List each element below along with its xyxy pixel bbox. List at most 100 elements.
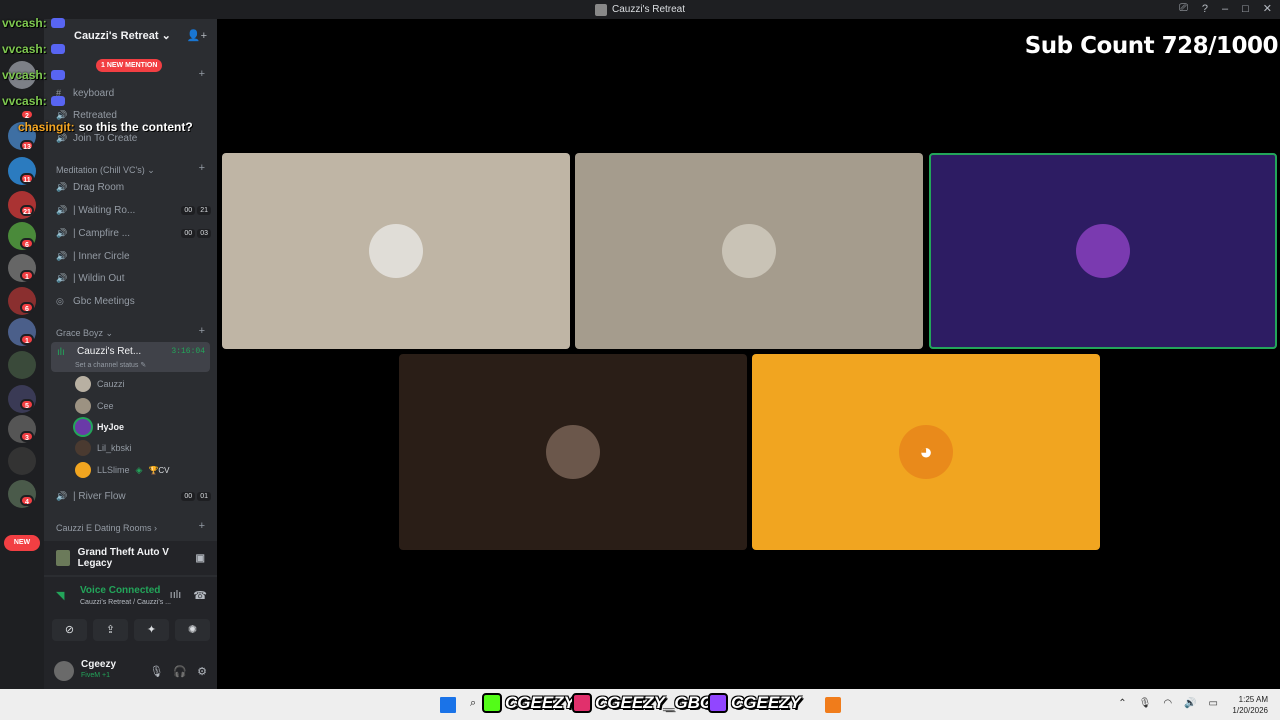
channel-inner-circle[interactable]: 🔊 | Inner Circle <box>56 251 211 262</box>
channel-campfire[interactable]: 🔊 | Campfire ... 00 03 <box>56 228 211 239</box>
channel-status[interactable]: Set a channel status ✎ <box>75 361 146 369</box>
volume-icon[interactable]: 🔊 <box>1184 698 1196 709</box>
camera-off-button[interactable]: ⊘ <box>52 619 87 641</box>
discord-logo-icon: ◕ <box>899 425 953 479</box>
category-dating-rooms[interactable]: Cauzzi E Dating Rooms › <box>56 523 157 533</box>
user-avatar[interactable] <box>54 661 74 681</box>
screen-share-icon[interactable]: ▣ <box>196 553 205 564</box>
participant-avatar <box>1076 224 1130 278</box>
chat-line: vvcash: <box>2 68 65 82</box>
new-servers-pill[interactable]: NEW <box>4 535 40 551</box>
invite-icon[interactable]: 👤+ <box>187 29 207 42</box>
stage-icon: ◎ <box>56 296 64 306</box>
category-meditation[interactable]: Meditation (Chill VC's) ⌄ <box>56 165 155 176</box>
inbox-icon[interactable]: ⎚ <box>1179 2 1188 15</box>
participant-tile-speaking[interactable] <box>929 153 1277 349</box>
sub-count-overlay: Sub Count 728/1000 <box>1024 33 1279 59</box>
category-grace-boyz[interactable]: Grace Boyz ⌄ <box>56 328 113 339</box>
add-channel-icon[interactable]: + <box>199 68 205 80</box>
active-voice-channel[interactable]: ılı Cauzzi's Ret... 3:16:04 Set a channe… <box>51 342 210 372</box>
activities-button[interactable]: ✦ <box>134 619 169 641</box>
participant-avatar <box>722 224 776 278</box>
help-icon[interactable]: ? <box>1202 3 1208 15</box>
disconnect-icon[interactable]: ☎ <box>193 589 207 602</box>
clock-date: 1/20/2026 <box>1232 706 1268 715</box>
participant-tile[interactable] <box>575 153 923 349</box>
badge-icon <box>50 70 65 80</box>
voice-member[interactable]: Cauzzi <box>75 376 125 392</box>
speaker-icon: 🔊 <box>56 133 68 143</box>
unread-badge: 11 <box>20 173 34 184</box>
clock[interactable]: 1:25 AM 1/20/2026 <box>1232 694 1268 716</box>
unread-badge: 4 <box>20 495 34 506</box>
channel-wildin-out[interactable]: 🔊 | Wildin Out <box>56 273 211 284</box>
instagram-icon <box>572 693 592 713</box>
chat-message: so this the content? <box>78 120 193 134</box>
server-icon-12[interactable] <box>8 447 36 475</box>
brand-instagram: CGEEZY_GBC <box>572 693 712 713</box>
add-channel-icon[interactable]: + <box>199 520 205 532</box>
microphone-icon[interactable]: 🎙 <box>1139 698 1152 709</box>
server-name-dropdown[interactable]: Cauzzi's Retreat ⌄ <box>74 29 171 42</box>
user-name[interactable]: Cgeezy <box>81 659 116 670</box>
nitro-icon: ◈ <box>135 464 143 475</box>
speaker-icon: 🔊 <box>56 491 68 501</box>
maximize-button[interactable]: □ <box>1242 3 1249 15</box>
voice-member[interactable]: LLSlime ◈ 🏆CV <box>75 462 170 478</box>
user-limit: 21 <box>197 206 211 215</box>
voice-status[interactable]: Voice Connected <box>80 585 160 596</box>
user-count: 00 <box>181 492 196 501</box>
signal-icon: ◥ <box>56 590 65 602</box>
game-activity-panel: Grand Theft Auto V Legacy ▣ <box>44 541 217 575</box>
minimize-button[interactable]: – <box>1222 3 1228 15</box>
channel-join-to-create[interactable]: 🔊 Join To Create <box>56 133 211 144</box>
voice-location[interactable]: Cauzzi's Retreat / Cauzzi's ... <box>80 599 171 606</box>
channel-gbc-meetings[interactable]: ◎ Gbc Meetings <box>56 296 211 307</box>
new-mention-pill[interactable]: 1 NEW MENTION <box>96 59 163 72</box>
voice-stage: Sub Count 728/1000 ◕ <box>217 19 1280 689</box>
share-screen-button[interactable]: ⇪ <box>93 619 128 641</box>
window-title-text: Cauzzi's Retreat <box>611 4 686 15</box>
unread-badge: 5 <box>20 399 34 410</box>
clock-time: 1:25 AM <box>1238 695 1268 704</box>
active-channel-name: Cauzzi's Ret... <box>77 346 142 357</box>
app-icon[interactable] <box>825 697 841 713</box>
headphones-icon[interactable]: 🎧 <box>173 665 187 678</box>
channel-waiting-room[interactable]: 🔊 | Waiting Ro... 00 21 <box>56 205 211 216</box>
badge-icon <box>50 44 65 54</box>
windows-start-icon[interactable] <box>440 697 456 713</box>
system-tray: ⌃ 🎙 ◠ 🔊 ▭ <box>1118 698 1218 709</box>
game-icon <box>56 550 70 566</box>
channel-river-flow[interactable]: 🔊 | River Flow 00 01 <box>56 491 211 502</box>
window-title: Cauzzi's Retreat <box>594 3 686 16</box>
add-channel-icon[interactable]: + <box>199 162 205 174</box>
add-channel-icon[interactable]: + <box>199 325 205 337</box>
server-icon <box>594 3 607 16</box>
battery-icon[interactable]: ▭ <box>1209 698 1218 709</box>
call-duration: 3:16:04 <box>171 347 205 356</box>
microphone-icon[interactable]: 🎙 <box>149 665 163 678</box>
participant-tile[interactable]: ◕ <box>752 354 1100 550</box>
unread-badge: 13 <box>20 140 34 151</box>
member-tag: 🏆CV <box>148 465 170 475</box>
soundboard-button[interactable]: ✺ <box>175 619 210 641</box>
user-limit: 03 <box>197 229 211 238</box>
gear-icon[interactable]: ⚙ <box>197 665 207 678</box>
speaker-icon: 🔊 <box>56 273 68 283</box>
chevron-up-icon[interactable]: ⌃ <box>1118 698 1126 709</box>
voice-member[interactable]: Cee <box>75 398 114 414</box>
close-button[interactable]: ✕ <box>1263 2 1272 15</box>
participant-tile[interactable] <box>222 153 570 349</box>
participant-tile[interactable] <box>399 354 747 550</box>
channel-drag-room[interactable]: 🔊 Drag Room <box>56 182 211 193</box>
voice-member[interactable]: HyJoe <box>75 419 124 435</box>
noise-suppression-icon[interactable]: ıılı <box>170 589 182 602</box>
taskbar: ⌕ CGEEZY CGEEZY_GBC CGEEZY ⌃ 🎙 ◠ 🔊 ▭ 1:2… <box>0 689 1280 720</box>
server-icon-9[interactable] <box>8 351 36 379</box>
wifi-icon[interactable]: ◠ <box>1163 698 1172 709</box>
channel-keyboard[interactable]: # keyboard <box>56 88 211 99</box>
twitch-icon <box>708 693 728 713</box>
chat-line: vvcash: <box>2 94 65 108</box>
avatar <box>75 376 91 392</box>
voice-member[interactable]: Lil_kbski <box>75 440 132 456</box>
